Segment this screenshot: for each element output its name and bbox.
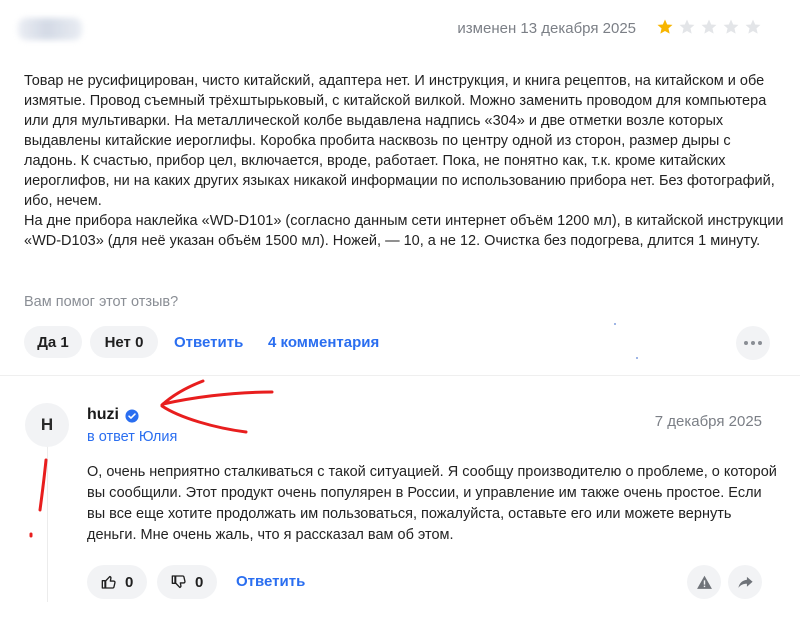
- thread-line: [47, 432, 48, 602]
- thumbs-up-icon: [101, 574, 117, 590]
- reply-to-review-link[interactable]: Ответить: [174, 334, 243, 351]
- star-icon-2: [678, 18, 696, 36]
- dislike-button[interactable]: 0: [157, 565, 217, 599]
- helpful-question: Вам помог этот отзыв?: [24, 294, 179, 310]
- comments-link[interactable]: 4 комментария: [268, 334, 379, 351]
- in-reply-to-link[interactable]: в ответ Юлия: [87, 429, 177, 445]
- rating-stars: [656, 18, 762, 36]
- image-speck: [636, 357, 638, 359]
- helpful-yes-button[interactable]: Да 1: [24, 326, 82, 358]
- more-options-button[interactable]: [736, 326, 770, 360]
- reply-text: О, очень неприятно сталкиваться с такой …: [87, 464, 777, 543]
- star-icon-3: [700, 18, 718, 36]
- like-button[interactable]: 0: [87, 565, 147, 599]
- verified-check-icon: [125, 409, 139, 423]
- dislike-count: 0: [195, 573, 204, 591]
- share-arrow-icon: [737, 574, 754, 591]
- image-speck: [614, 323, 616, 325]
- star-icon-4: [722, 18, 740, 36]
- star-icon-1: [656, 18, 674, 36]
- review-text: Товар не русифицирован, чисто китайский,…: [24, 71, 786, 251]
- helpful-no-button[interactable]: Нет 0: [90, 326, 158, 358]
- more-dots-icon: [744, 341, 762, 345]
- review-changed-date: изменен 13 декабря 2025: [457, 20, 636, 37]
- reply-author-name[interactable]: huzi: [87, 406, 119, 424]
- thumbs-down-icon: [171, 574, 187, 590]
- review-paragraph: Товар не русифицирован, чисто китайский,…: [24, 73, 775, 209]
- star-icon-5: [744, 18, 762, 36]
- share-button[interactable]: [728, 565, 762, 599]
- reply-date: 7 декабря 2025: [654, 413, 762, 430]
- review-paragraph: На дне прибора наклейка «WD-D101» (согла…: [24, 213, 784, 249]
- divider: [0, 375, 800, 376]
- blurred-author-name: [18, 18, 82, 40]
- like-count: 0: [125, 573, 134, 591]
- avatar[interactable]: H: [25, 403, 69, 447]
- warning-icon: [696, 574, 713, 591]
- reply-to-comment-link[interactable]: Ответить: [236, 573, 305, 590]
- report-button[interactable]: [687, 565, 721, 599]
